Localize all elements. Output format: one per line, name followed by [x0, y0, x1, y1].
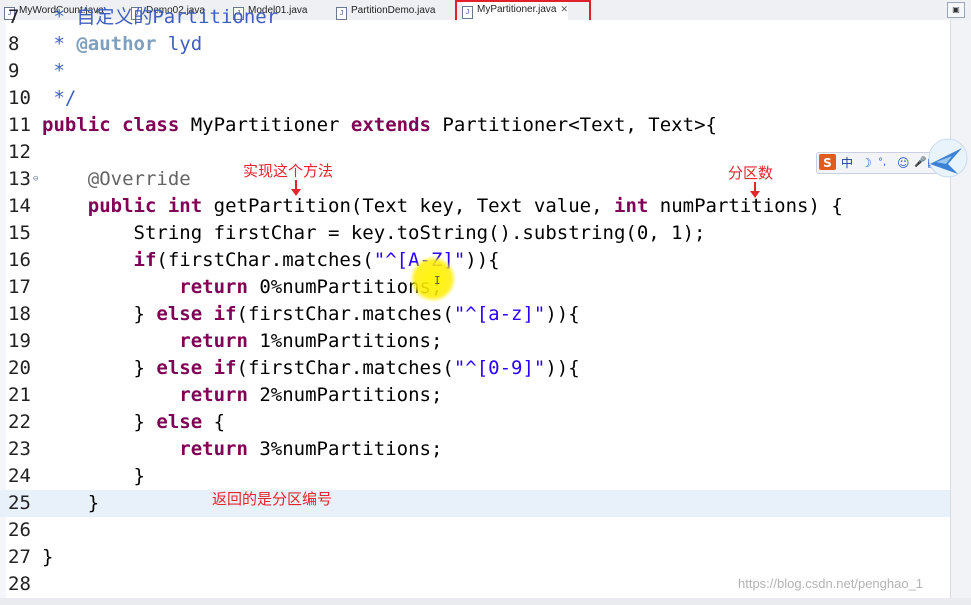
cursor-highlight — [410, 256, 456, 302]
horizontal-scrollbar[interactable] — [0, 598, 971, 605]
code-line: 8 * @author lyd — [0, 31, 950, 58]
line-number: 16 — [8, 249, 31, 271]
code-line: 15 String firstChar = key.toString().sub… — [0, 220, 950, 247]
code-text[interactable]: String firstChar = key.toString().substr… — [42, 220, 706, 247]
code-line: 24 } — [0, 463, 950, 490]
line-number: 11 — [8, 114, 31, 136]
code-line: 22 } else { — [0, 409, 950, 436]
vertical-scrollbar[interactable] — [950, 20, 971, 598]
code-text[interactable]: * 自定义的Partitioner — [42, 4, 278, 31]
code-text[interactable]: return 1%numPartitions; — [42, 328, 442, 355]
line-number: 9 — [8, 60, 20, 82]
sogou-logo: S — [819, 154, 836, 170]
line-number: 27 — [8, 546, 31, 568]
code-line: 17 return 0%numPartitions; — [0, 274, 950, 301]
punctuation-icon[interactable]: °, — [878, 154, 886, 172]
line-number: 19 — [8, 330, 31, 352]
code-text[interactable]: * @author lyd — [42, 31, 202, 58]
code-line: 9 * — [0, 58, 950, 85]
line-number: 24 — [8, 465, 31, 487]
line-number: 23 — [8, 438, 31, 460]
line-number: 10 — [8, 87, 31, 109]
annotation-returns-partition-number: 返回的是分区编号 — [212, 490, 333, 508]
code-line: 11 public class MyPartitioner extends Par… — [0, 112, 950, 139]
line-number: 15 — [8, 222, 31, 244]
line-number: 17 — [8, 276, 31, 298]
code-line: 13 ⊖ @Override — [0, 166, 950, 193]
line-number: 21 — [8, 384, 31, 406]
code-line: 14 public int getPartition(Text key, Tex… — [0, 193, 950, 220]
watermark: https://blog.csdn.net/penghao_1 — [738, 576, 924, 591]
line-number: 18 — [8, 303, 31, 325]
ime-mode-label[interactable]: 中 — [841, 154, 853, 172]
code-line: 25 } — [0, 490, 950, 517]
emoji-icon[interactable]: ☺ — [897, 154, 910, 172]
code-text[interactable]: public class MyPartitioner extends Parti… — [42, 112, 717, 139]
code-line: 20 } else if(firstChar.matches("^[0-9]")… — [0, 355, 950, 382]
line-number: 14 — [8, 195, 31, 217]
code-line: 16 if(firstChar.matches("^[A-Z]")){ — [0, 247, 950, 274]
code-text[interactable]: */ — [42, 85, 76, 112]
line-number: 7 — [8, 6, 20, 28]
annotation-partition-count: 分区数 — [728, 164, 774, 182]
code-text[interactable]: } — [42, 544, 53, 571]
code-line: 18 } else if(firstChar.matches("^[a-z]")… — [0, 301, 950, 328]
arrow-head-icon — [291, 189, 301, 196]
annotation-implement-method: 实现这个方法 — [243, 162, 334, 180]
text-cursor-icon: I — [434, 274, 441, 287]
line-number: 25 — [8, 492, 31, 514]
fold-toggle-icon[interactable]: ⊖ — [33, 166, 38, 193]
code-line: 26 — [0, 517, 950, 544]
code-text[interactable]: } else { — [42, 409, 226, 436]
code-line: 19 return 1%numPartitions; — [0, 328, 950, 355]
moon-icon[interactable]: ☽ — [861, 154, 872, 172]
line-number: 12 — [8, 141, 31, 163]
code-line: 27} — [0, 544, 950, 571]
code-text[interactable]: } — [42, 490, 99, 517]
code-text[interactable]: } else if(firstChar.matches("^[a-z]")){ — [42, 301, 580, 328]
line-number: 28 — [8, 573, 31, 595]
line-number: 13 — [8, 168, 31, 190]
code-line: 21 return 2%numPartitions; — [0, 382, 950, 409]
code-text[interactable]: } — [42, 463, 145, 490]
code-text[interactable]: return 0%numPartitions; — [42, 274, 442, 301]
code-text[interactable]: return 2%numPartitions; — [42, 382, 442, 409]
line-number: 8 — [8, 33, 20, 55]
code-text[interactable]: return 3%numPartitions; — [42, 436, 442, 463]
line-number: 20 — [8, 357, 31, 379]
code-text[interactable]: @Override — [42, 166, 191, 193]
code-line: 7 * 自定义的Partitioner — [0, 4, 950, 31]
bird-logo-icon — [928, 138, 968, 178]
code-text[interactable]: * — [42, 58, 64, 85]
code-line: 23 return 3%numPartitions; — [0, 436, 950, 463]
arrow-head-icon — [750, 191, 760, 198]
code-text[interactable]: public int getPartition(Text key, Text v… — [42, 193, 843, 220]
code-line: 12 — [0, 139, 950, 166]
code-editor[interactable]: 7 * 自定义的Partitioner 8 * @author lyd 9 * 10 … — [0, 6, 950, 598]
code-text[interactable]: } else if(firstChar.matches("^[0-9]")){ — [42, 355, 580, 382]
line-number: 26 — [8, 519, 31, 541]
line-number: 22 — [8, 411, 31, 433]
code-line: 10 */ — [0, 85, 950, 112]
